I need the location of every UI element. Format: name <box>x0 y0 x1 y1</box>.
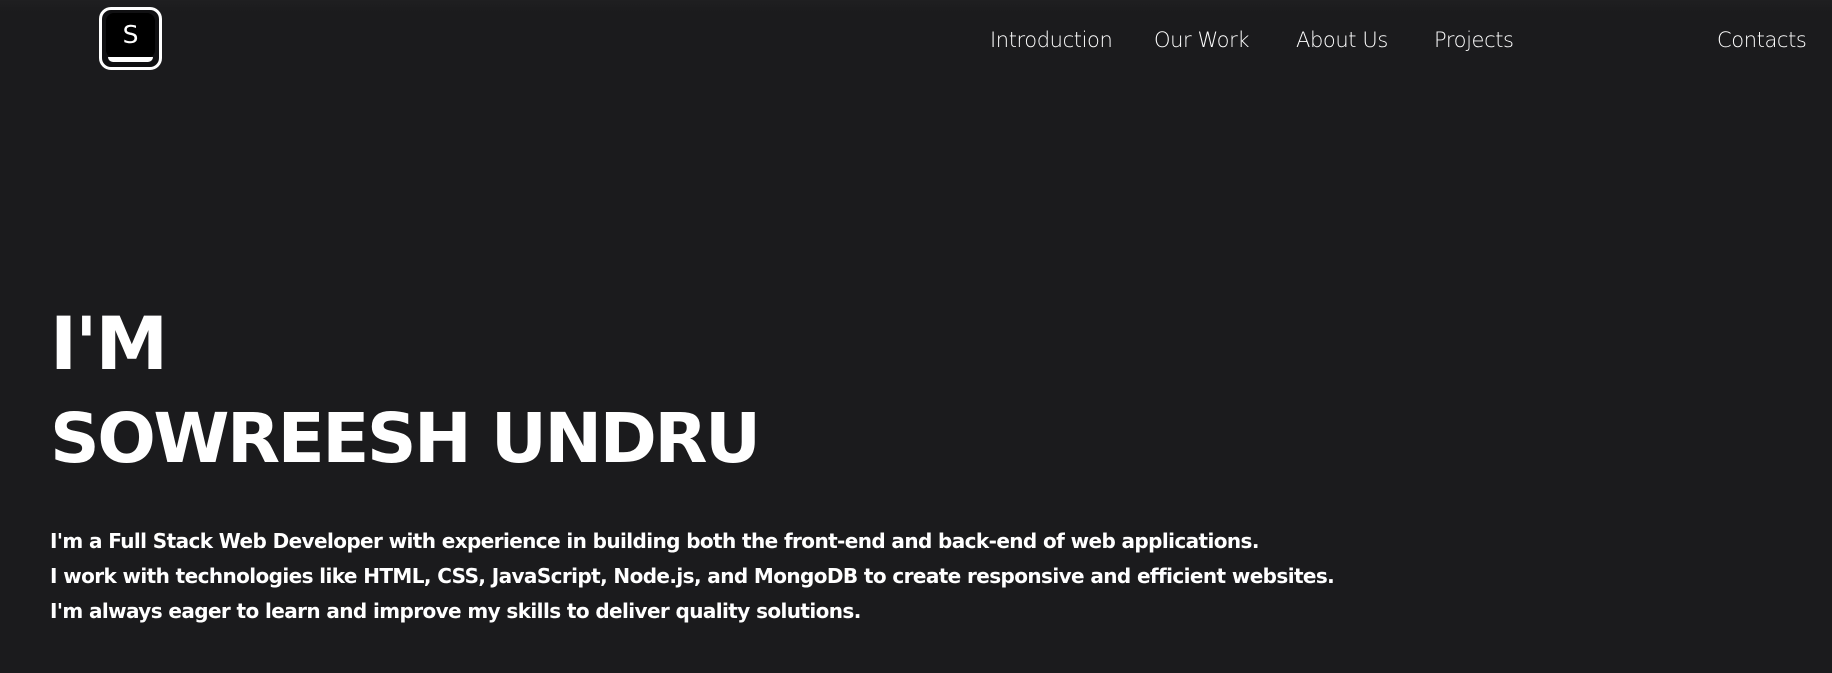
bio-line: I'm always eager to learn and improve my… <box>50 599 861 623</box>
nav-link-introduction[interactable]: Introduction <box>990 27 1113 53</box>
hero-greeting: I'M <box>50 302 168 387</box>
site-logo[interactable]: S <box>99 7 162 70</box>
nav-link-projects[interactable]: Projects <box>1434 27 1514 53</box>
logo-underline <box>108 57 153 62</box>
bio-line: I work with technologies like HTML, CSS,… <box>50 564 1335 588</box>
hero-bio: I'm a Full Stack Web Developer with expe… <box>50 524 1335 629</box>
bio-line: I'm a Full Stack Web Developer with expe… <box>50 529 1259 553</box>
nav-link-our-work[interactable]: Our Work <box>1154 27 1250 53</box>
nav-link-contacts[interactable]: Contacts <box>1717 27 1807 53</box>
navbar: S Introduction Our Work About Us Project… <box>0 0 1832 80</box>
s-logo-icon: S <box>106 13 155 58</box>
page: S Introduction Our Work About Us Project… <box>0 0 1832 673</box>
logo-letter: S <box>122 20 139 49</box>
nav-link-about-us[interactable]: About Us <box>1296 27 1388 53</box>
hero-name: SOWREESH UNDRU <box>50 399 761 479</box>
